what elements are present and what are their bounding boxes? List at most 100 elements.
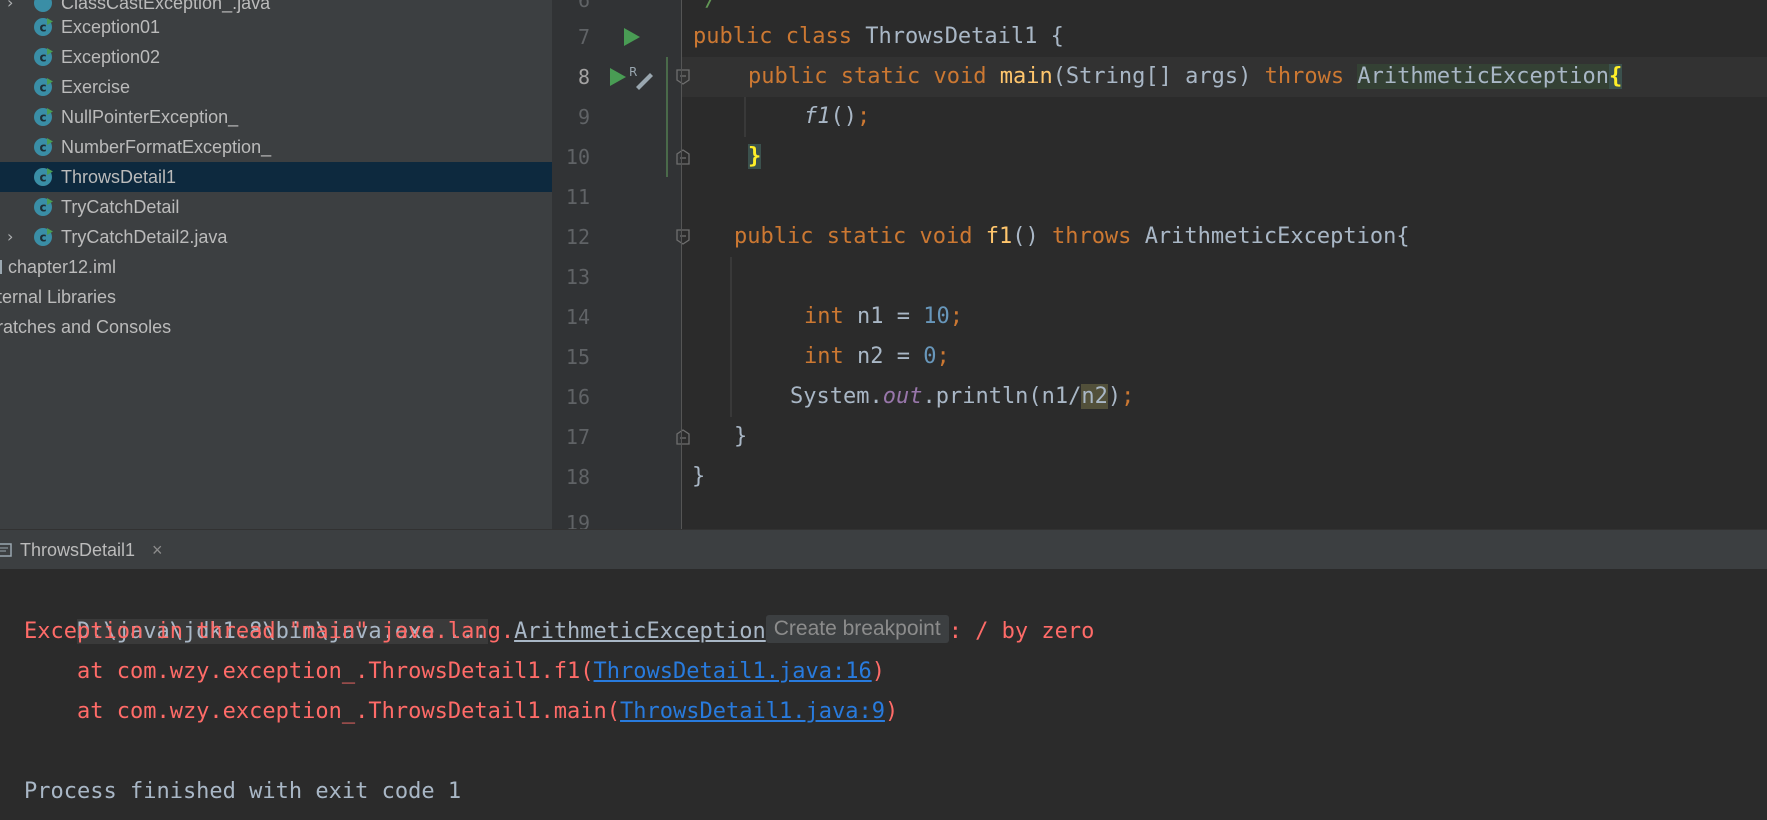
exception-class-link[interactable]: ArithmeticException [514,619,766,644]
svg-text:c: c [39,81,46,95]
kw-static: static [826,224,907,249]
code-line-10[interactable]: 10 } [552,137,1637,177]
console-exception-line: Exception in thread "main" java.lang.Ari… [24,612,1094,652]
fold-end-icon[interactable] [676,149,690,165]
code-line-12[interactable]: 12 public static void f1() throws Arithm… [552,217,1637,257]
tree-item-label: TryCatchDetail2.java [61,227,228,247]
method-name: f1 [985,224,1013,249]
java-class-icon: c [34,18,53,36]
java-class-icon: c [34,168,53,186]
number-literal: 10 [923,304,950,329]
tree-item-exception02[interactable]: c Exception02 [0,42,552,72]
line-number: 7 [577,25,590,49]
tree-item-external-libraries[interactable]: ternal Libraries [0,282,552,312]
highlighted-variable: n2 [1081,384,1108,409]
line-number: 15 [565,345,590,369]
trace-close: ) [871,659,885,684]
trace-text: at com.wzy.exception_.ThrowsDetail1.f1( [24,659,594,684]
kw-int: int [804,344,844,369]
svg-text:c: c [39,51,46,65]
source-link[interactable]: ThrowsDetail1.java:16 [594,659,872,684]
code-line-partial-bottom[interactable]: 19 [552,503,1637,529]
line-number: 8 [577,65,590,89]
create-breakpoint-tooltip[interactable]: Create breakpoint [765,615,949,643]
code-line-15[interactable]: 15 int n2 = 0; [552,337,1637,377]
fold-marker-icon[interactable] [676,229,690,245]
source-link[interactable]: ThrowsDetail1.java:9 [620,699,885,724]
number-literal: 0 [923,344,937,369]
line-number: 16 [565,385,590,409]
svg-text:c: c [39,171,46,185]
tree-item-label: Exception01 [61,17,161,37]
brace: { [1050,24,1064,49]
tree-item-trycatchdetail2[interactable]: › c TryCatchDetail2.java [0,222,552,252]
tree-item-scratches[interactable]: ratches and Consoles [0,312,552,342]
code-line-16[interactable]: 16 System.out.println(n1/n2); [552,377,1637,417]
java-class-icon: c [34,228,53,246]
fold-marker-icon[interactable] [676,69,690,85]
code-line-17[interactable]: 17 } [552,417,1637,457]
code-text: } [734,417,747,457]
class-name: ThrowsDetail1 [865,24,1038,49]
brace: } [734,424,748,449]
code-line-7[interactable]: 7 public class ThrowsDetail1 { [552,17,1637,57]
run-icon[interactable] [620,25,644,49]
tree-item-label: chapter12.iml [8,257,117,277]
tree-item-partial[interactable]: › ClassCastException_.java [0,0,552,13]
method-name: main [999,64,1053,89]
java-class-icon: c [34,108,53,126]
run-icon[interactable] [606,65,630,89]
iml-file-icon [0,260,2,274]
method-call: f1 [804,104,831,129]
tree-item-numberformatexception[interactable]: c NumberFormatException_ [0,132,552,162]
parens: () [1012,224,1039,249]
project-tree: › ClassCastException_.java c Exception01… [0,0,552,529]
console-output[interactable]: D:\java\jdk1.8\bin\java.exe ... Exceptio… [0,569,1767,820]
tree-item-exercise[interactable]: c Exercise [0,72,552,102]
line-number: 13 [565,265,590,289]
tree-item-label: Exercise [61,77,131,97]
indent-guide [730,257,732,417]
kw-int: int [804,304,844,329]
code-line-8[interactable]: 8 R public static void main(String[] arg… [552,57,1637,97]
java-class-icon: c [34,48,53,66]
console-tab-icon [0,543,12,557]
stack-trace-line: at com.wzy.exception_.ThrowsDetail1.main… [24,692,898,732]
gutter-divider [681,0,682,529]
exception-prefix: Exception in thread "main" java.lang. [24,619,515,644]
variable: n2 = [857,344,924,369]
tree-item-trycatchdetail[interactable]: c TryCatchDetail [0,192,552,222]
brace-highlight: } [748,144,762,169]
parens: () [830,104,858,129]
tree-item-throwsdetail1[interactable]: c ThrowsDetail1 [0,162,552,192]
tree-item-exception01[interactable]: c Exception01 [0,12,552,42]
code-line-13[interactable]: 13 [552,257,1637,297]
tree-item-chapter12-iml[interactable]: chapter12.iml [0,252,552,282]
line-number: 11 [565,185,590,209]
fold-end-icon[interactable] [676,429,690,445]
expand-arrow-icon[interactable]: › [7,227,21,247]
code-line-9[interactable]: 9 f1(); [552,97,1637,137]
trace-close: ) [884,699,899,724]
tree-item-nullpointerexception[interactable]: c NullPointerException_ [0,102,552,132]
line-number: 17 [565,425,590,449]
tree-item-label: TryCatchDetail [61,197,180,217]
static-field: out [882,384,923,409]
line-number: 12 [565,225,590,249]
code-text: public static void f1() throws Arithmeti… [734,217,1410,257]
tree-item-label: NullPointerException_ [61,107,239,127]
close-icon[interactable]: × [152,539,163,561]
kw-static: static [840,64,921,89]
brace-highlight: { [1609,64,1623,89]
code-line-14[interactable]: 14 int n1 = 10; [552,297,1637,337]
kw-void: void [919,224,973,249]
trace-text: at com.wzy.exception_.ThrowsDetail1.main… [24,699,621,724]
tree-item-label: NumberFormatException_ [61,137,272,157]
tree-item-label: ternal Libraries [0,287,117,307]
edit-pencil-icon[interactable]: R [628,63,656,91]
code-line-11[interactable]: 11 [552,177,1637,217]
code-text: } [692,457,705,497]
code-line-18[interactable]: 18 } [552,457,1637,497]
code-editor[interactable]: 6 */ 7 public class ThrowsDetail1 { 8 R … [552,0,1767,529]
svg-text:c: c [39,231,46,245]
